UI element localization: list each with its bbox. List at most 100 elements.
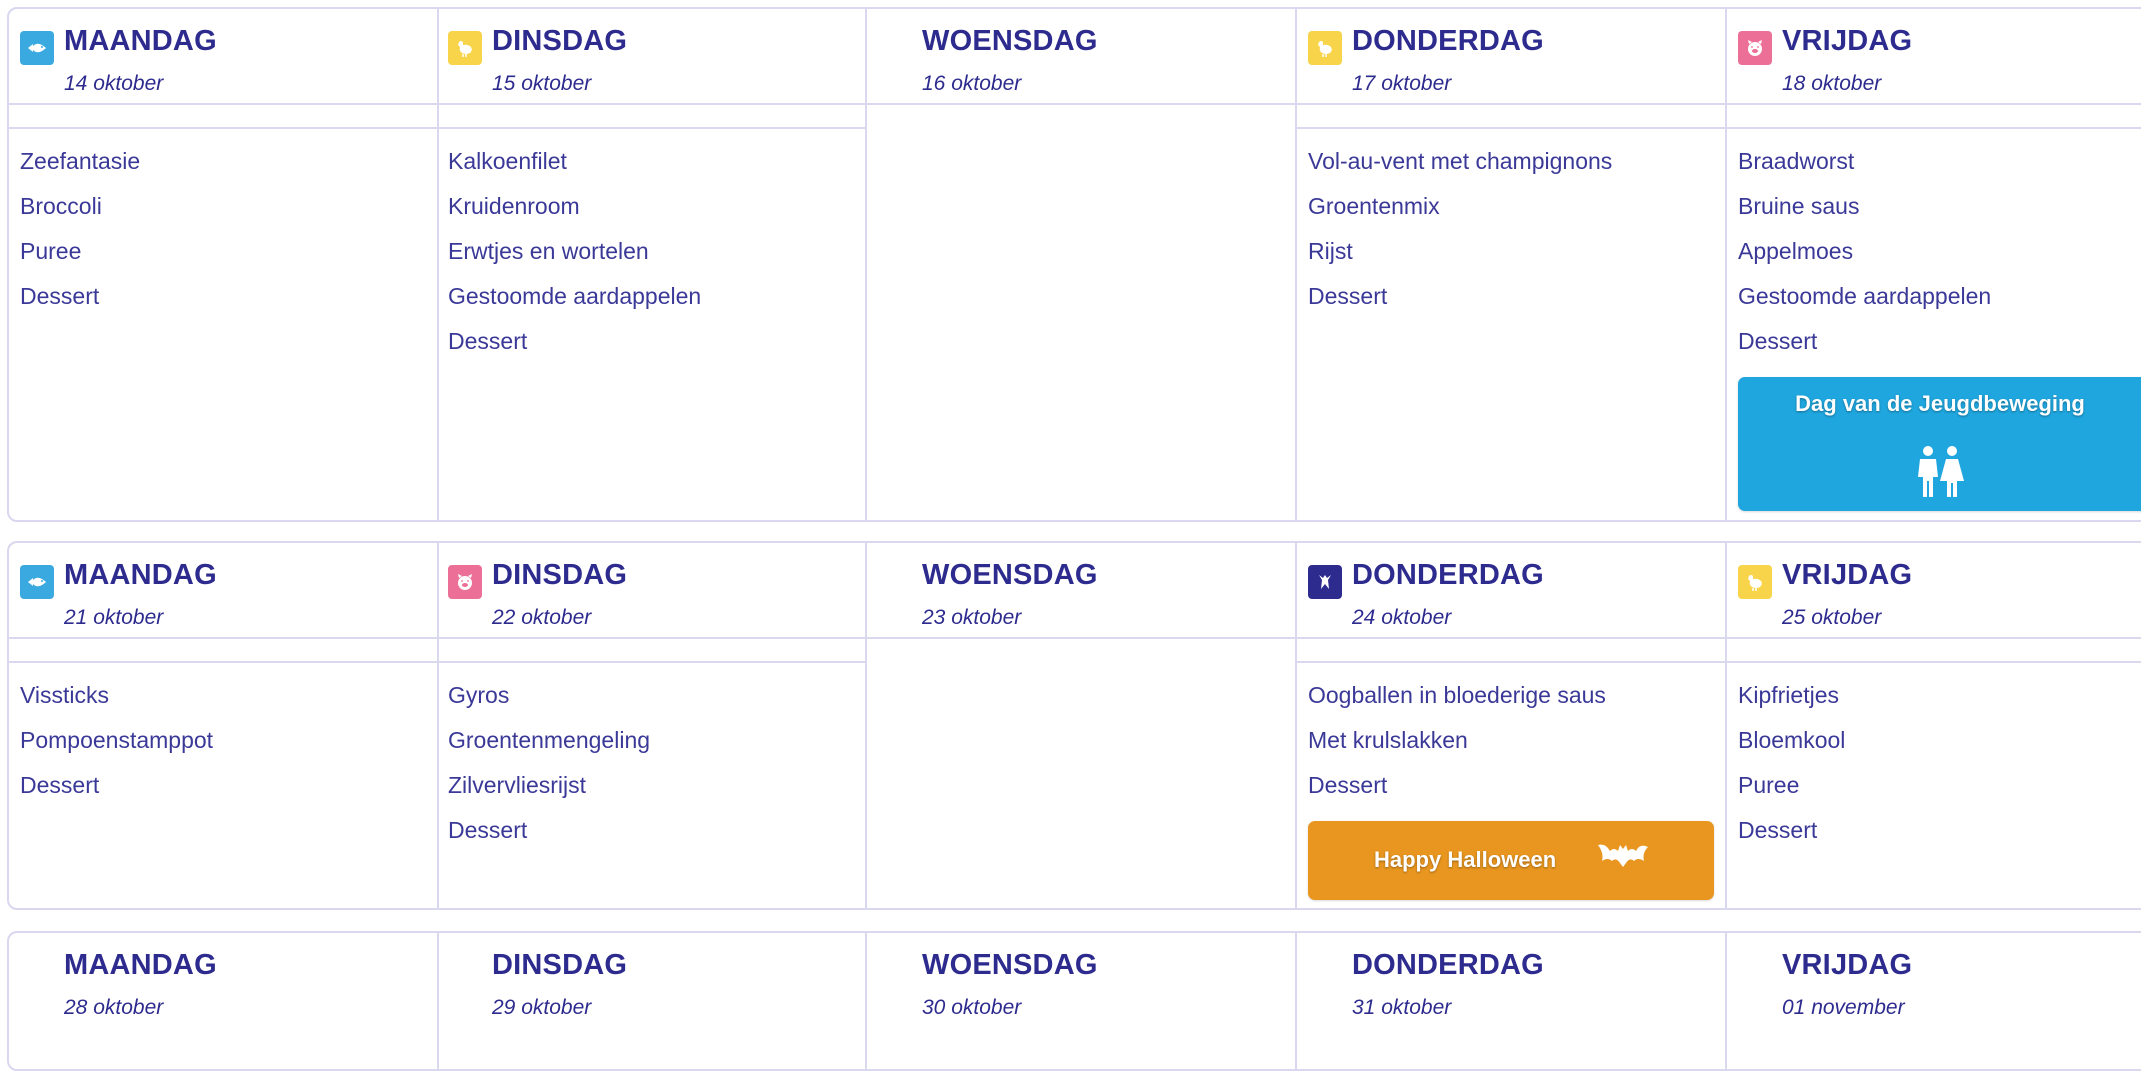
day-name: MAANDAG	[64, 949, 217, 981]
divider	[1297, 637, 1725, 639]
menu-item: Dessert	[448, 817, 528, 843]
day-header: WOENSDAG 30 oktober	[867, 933, 1295, 1027]
menu-list: Zeefantasie Broccoli Puree Dessert	[20, 139, 140, 319]
menu-item: Puree	[1738, 772, 1800, 798]
day-header: MAANDAG 28 oktober	[9, 933, 437, 1027]
menu-item: Dessert	[1308, 283, 1388, 309]
day-name: WOENSDAG	[922, 559, 1098, 591]
day-column: DONDERDAG 31 oktober	[1297, 933, 1727, 1069]
halloween-banner: Happy Halloween	[1308, 821, 1714, 900]
day-header: VRIJDAG 01 november	[1727, 933, 2141, 1027]
menu-item: Dessert	[448, 328, 528, 354]
divider	[9, 103, 437, 105]
menu-item: Gestoomde aardappelen	[448, 283, 702, 309]
menu-list: Oogballen in bloederige saus Met krulsla…	[1308, 673, 1606, 808]
day-column: WOENSDAG 30 oktober	[867, 933, 1297, 1069]
day-name: DONDERDAG	[1352, 25, 1544, 57]
menu-item: Zilvervliesrijst	[448, 772, 586, 798]
day-column: WOENSDAG 23 oktober	[867, 543, 1297, 908]
menu-list: Kipfrietjes Bloemkool Puree Dessert	[1738, 673, 1845, 853]
day-date: 25 oktober	[1782, 606, 1882, 629]
day-date: 01 november	[1782, 996, 1905, 1019]
menu-list: Vissticks Pompoenstamppot Dessert	[20, 673, 213, 808]
divider	[9, 127, 437, 129]
day-column: DONDERDAG 24 oktober Oogballen in bloede…	[1297, 543, 1727, 908]
divider	[1297, 103, 1725, 105]
menu-item: Kalkoenfilet	[448, 148, 567, 174]
day-header: MAANDAG 21 oktober	[9, 543, 437, 637]
youth-day-banner: Dag van de Jeugdbeweging	[1738, 377, 2141, 511]
menu-item: Bloemkool	[1738, 727, 1846, 753]
day-date: 23 oktober	[922, 606, 1022, 629]
menu-item: Groentenmix	[1308, 193, 1440, 219]
menu-item: Appelmoes	[1738, 238, 1854, 264]
day-column: DINSDAG 15 oktober Kalkoenfilet Kruidenr…	[437, 9, 867, 520]
day-column: DINSDAG 29 oktober	[437, 933, 867, 1069]
day-date: 15 oktober	[492, 72, 592, 95]
menu-item: Pompoenstamppot	[20, 727, 214, 753]
day-column: VRIJDAG 01 november	[1727, 933, 2141, 1069]
day-date: 22 oktober	[492, 606, 592, 629]
menu-item: Bruine saus	[1738, 193, 1860, 219]
scouts-icon	[1910, 443, 1970, 504]
menu-item: Kruidenroom	[448, 193, 580, 219]
menu-item: Vissticks	[20, 682, 110, 708]
day-name: DINSDAG	[492, 559, 628, 591]
day-name: DINSDAG	[492, 25, 628, 57]
day-column: MAANDAG 21 oktober Vissticks Pompoenstam…	[9, 543, 439, 908]
divider	[437, 127, 865, 129]
menu-item: Oogballen in bloederige saus	[1308, 682, 1606, 708]
day-name: DONDERDAG	[1352, 949, 1544, 981]
chicken-icon	[1308, 31, 1342, 65]
menu-item: Kipfrietjes	[1738, 682, 1839, 708]
menu-list: Gyros Groentenmengeling Zilvervliesrijst…	[448, 673, 650, 853]
fish-icon	[20, 31, 54, 65]
day-date: 14 oktober	[64, 72, 164, 95]
divider	[1727, 127, 2141, 129]
menu-item: Dessert	[20, 283, 100, 309]
menu-item: Groentenmengeling	[448, 727, 651, 753]
menu-item: Braadworst	[1738, 148, 1855, 174]
day-date: 16 oktober	[922, 72, 1022, 95]
day-column: VRIJDAG 25 oktober Kipfrietjes Bloemkool…	[1727, 543, 2141, 908]
menu-list: Vol-au-vent met champignons Groentenmix …	[1308, 139, 1612, 319]
day-date: 31 oktober	[1352, 996, 1452, 1019]
day-name: MAANDAG	[64, 25, 217, 57]
divider	[1297, 661, 1725, 663]
day-name: VRIJDAG	[1782, 25, 1913, 57]
menu-item: Rijst	[1308, 238, 1353, 264]
divider	[1297, 127, 1725, 129]
halloween-icon	[1308, 565, 1342, 599]
menu-item: Erwtjes en wortelen	[448, 238, 649, 264]
divider	[1727, 637, 2141, 639]
day-column: DONDERDAG 17 oktober Vol-au-vent met cha…	[1297, 9, 1727, 520]
day-name: DINSDAG	[492, 949, 628, 981]
day-column: MAANDAG 28 oktober	[9, 933, 439, 1069]
menu-item: Gestoomde aardappelen	[1738, 283, 1992, 309]
day-name: WOENSDAG	[922, 25, 1098, 57]
divider	[867, 103, 1295, 105]
menu-item: Dessert	[1738, 817, 1818, 843]
day-name: DONDERDAG	[1352, 559, 1544, 591]
day-date: 24 oktober	[1352, 606, 1452, 629]
pig-icon	[448, 565, 482, 599]
menu-list: Kalkoenfilet Kruidenroom Erwtjes en wort…	[448, 139, 701, 364]
day-name: WOENSDAG	[922, 949, 1098, 981]
menu-item: Dessert	[1738, 328, 1818, 354]
menu-list: Braadworst Bruine saus Appelmoes Gestoom…	[1738, 139, 1991, 364]
menu-item: Dessert	[20, 772, 100, 798]
menu-item: Puree	[20, 238, 82, 264]
menu-item: Vol-au-vent met champignons	[1308, 148, 1613, 174]
menu-item: Zeefantasie	[20, 148, 141, 174]
pig-icon	[1738, 31, 1772, 65]
menu-item: Dessert	[1308, 772, 1388, 798]
divider	[437, 637, 865, 639]
divider	[1727, 103, 2141, 105]
day-date: 17 oktober	[1352, 72, 1452, 95]
day-header: DINSDAG 22 oktober	[437, 543, 865, 637]
day-column: DINSDAG 22 oktober Gyros Groentenmengeli…	[437, 543, 867, 908]
day-header: DONDERDAG 24 oktober	[1297, 543, 1725, 637]
divider	[437, 103, 865, 105]
day-header: WOENSDAG 23 oktober	[867, 543, 1295, 637]
day-name: VRIJDAG	[1782, 949, 1913, 981]
